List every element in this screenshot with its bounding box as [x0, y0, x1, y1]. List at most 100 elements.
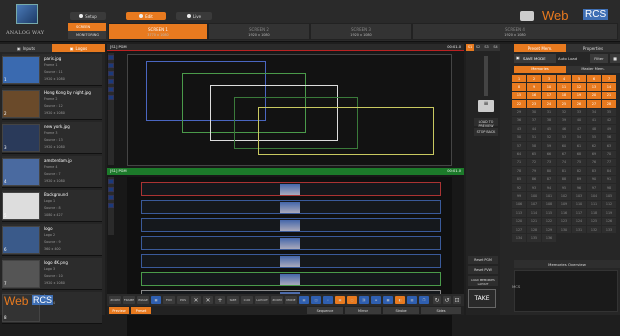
screen-tab-3[interactable]: SCREEN 3 1920 x 1080: [310, 23, 412, 40]
memory-slot[interactable]: 69: [587, 150, 601, 158]
memory-slot[interactable]: 64: [512, 150, 526, 158]
tool-4-button[interactable]: [108, 79, 114, 84]
memory-slot[interactable]: 17: [542, 91, 556, 100]
snap-icon[interactable]: ◧: [395, 296, 405, 304]
memory-slot[interactable]: 68: [572, 150, 586, 158]
tab-logos[interactable]: ▣ Logos: [52, 44, 105, 52]
memory-slot[interactable]: 100: [527, 192, 541, 200]
list-icon[interactable]: ≡: [371, 296, 381, 304]
layout-button[interactable]: LAYOUT: [255, 296, 269, 304]
load-memories-layout-button[interactable]: LOAD MEMORIES LAYOUT: [468, 276, 498, 286]
memory-slot[interactable]: 98: [602, 184, 616, 192]
memory-slot[interactable]: 110: [572, 200, 586, 209]
memory-slot[interactable]: 39: [557, 116, 571, 125]
memory-slot[interactable]: 95: [557, 184, 571, 192]
memory-slot[interactable]: 97: [587, 184, 601, 192]
pgm-tool-4-button[interactable]: [108, 203, 114, 208]
memory-slot[interactable]: 126: [602, 217, 616, 226]
take-button[interactable]: TAKE: [468, 289, 496, 308]
memory-slot[interactable]: 4: [557, 75, 571, 83]
memory-slot[interactable]: 40: [572, 116, 586, 125]
image-icon[interactable]: ▨: [407, 296, 417, 304]
memory-slot[interactable]: 70: [602, 150, 616, 158]
pgm-tool-3-button[interactable]: [108, 195, 114, 200]
tab-properties[interactable]: Properties: [566, 44, 620, 52]
layer-row-4[interactable]: [141, 236, 441, 250]
zoom-mode-button[interactable]: ZOOM: [271, 296, 283, 304]
memory-slot[interactable]: 33: [572, 108, 586, 116]
tab-s2[interactable]: S2: [474, 44, 482, 51]
memory-slot[interactable]: 74: [557, 158, 571, 167]
memory-slot[interactable]: 134: [512, 234, 526, 242]
tab-master-mem[interactable]: Master Mem.: [566, 66, 620, 73]
memory-slot[interactable]: 48: [587, 125, 601, 133]
source-item[interactable]: 6 logo Logo 2 Source : 9 360 x 400: [2, 224, 102, 256]
tab-strobe[interactable]: Strobe: [383, 307, 419, 314]
memory-slot[interactable]: 45: [542, 125, 556, 133]
memory-slot[interactable]: 32: [557, 108, 571, 116]
memory-slot[interactable]: 136: [542, 234, 556, 242]
preview-canvas[interactable]: [127, 54, 452, 166]
align-icon[interactable]: ◫: [311, 296, 321, 304]
layer-row-5[interactable]: [141, 254, 441, 268]
memory-slot[interactable]: 111: [587, 200, 601, 209]
grid-icon[interactable]: ▦: [151, 296, 161, 304]
memory-slot[interactable]: 133: [602, 226, 616, 234]
memory-slot[interactable]: 65: [527, 150, 541, 158]
memory-slot[interactable]: 78: [512, 167, 526, 175]
memory-slot[interactable]: 131: [572, 226, 586, 234]
reset-pgm-button[interactable]: Reset PGM: [468, 256, 498, 264]
tool-3-button[interactable]: [108, 71, 114, 76]
source-item[interactable]: 5 Background Logo 1 Source : 8 1080 x 427: [2, 190, 102, 222]
memory-slot[interactable]: 121: [527, 217, 541, 226]
memory-slot[interactable]: 71: [512, 158, 526, 167]
memory-slot[interactable]: 31: [542, 108, 556, 116]
memory-slot[interactable]: 120: [512, 217, 526, 226]
memory-slot[interactable]: 99: [512, 192, 526, 200]
refresh-icon[interactable]: ↻: [433, 296, 441, 304]
pgm-tool-1-button[interactable]: [108, 179, 114, 184]
memory-slot[interactable]: 42: [602, 116, 616, 125]
lock-toggle-icon[interactable]: ⊡: [453, 296, 461, 304]
memory-slot[interactable]: 93: [527, 184, 541, 192]
memory-slot[interactable]: 101: [542, 192, 556, 200]
memory-slot[interactable]: 24: [542, 100, 556, 108]
memory-slot[interactable]: 27: [587, 100, 601, 108]
zoom-button[interactable]: ZOOM: [109, 296, 121, 304]
tab-preview[interactable]: Preview: [109, 307, 129, 314]
memory-slot[interactable]: 114: [527, 209, 541, 217]
memory-slot[interactable]: 46: [557, 125, 571, 133]
frame-button[interactable]: FRAME: [123, 296, 135, 304]
memory-slot[interactable]: 79: [527, 167, 541, 175]
tab-memories[interactable]: Memories: [514, 66, 566, 73]
memory-slot[interactable]: 43: [512, 125, 526, 133]
tab-s4[interactable]: S4: [491, 44, 500, 51]
memory-slot[interactable]: 6: [587, 75, 601, 83]
tab-sequence[interactable]: Sequence: [307, 307, 343, 314]
memory-slot[interactable]: 85: [512, 175, 526, 184]
delete-icon[interactable]: ■: [610, 54, 620, 63]
mode-edit-button[interactable]: Edit: [126, 12, 166, 20]
source-item[interactable]: 1 paris.jpg Frame 1 Source : 11 1920 x 1080: [2, 54, 102, 86]
memory-slot[interactable]: 128: [527, 226, 541, 234]
memory-slot[interactable]: 13: [587, 83, 601, 91]
memory-slot[interactable]: 60: [557, 142, 571, 150]
undo-icon[interactable]: ↺: [443, 296, 451, 304]
lock-icon[interactable]: ▣: [335, 296, 345, 304]
memory-slot[interactable]: 35: [602, 108, 616, 116]
memory-slot[interactable]: 116: [557, 209, 571, 217]
memory-slot[interactable]: 14: [602, 83, 616, 91]
save-mode-button[interactable]: ▣ SAVE MODE: [514, 54, 556, 63]
memory-slot[interactable]: 30: [527, 108, 541, 116]
memory-slot[interactable]: 129: [542, 226, 556, 234]
memory-slot[interactable]: 1: [512, 75, 526, 83]
memory-slot[interactable]: 94: [542, 184, 556, 192]
memory-slot[interactable]: 117: [572, 209, 586, 217]
pos-button[interactable]: POS: [177, 296, 189, 304]
layer-row-3[interactable]: [141, 218, 441, 232]
memory-slot[interactable]: 61: [572, 142, 586, 150]
memory-slot[interactable]: 75: [572, 158, 586, 167]
screen-selector[interactable]: SCREEN: [68, 23, 106, 31]
image-button[interactable]: IMAGE: [137, 296, 149, 304]
memory-slot[interactable]: 18: [557, 91, 571, 100]
